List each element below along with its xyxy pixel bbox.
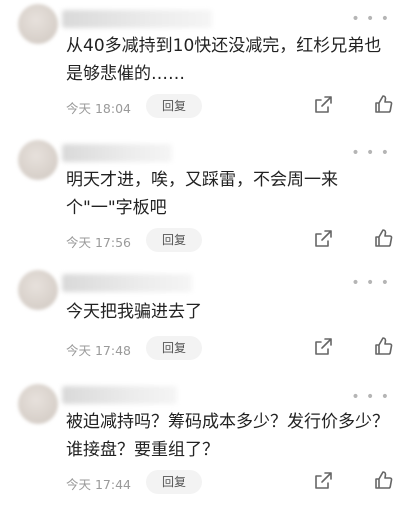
avatar[interactable] (18, 140, 58, 180)
comment-text: 明天才进，唉，又踩雷，不会周一来 个"一"字板吧 (66, 170, 338, 218)
reply-button[interactable]: 回复 (146, 228, 202, 252)
avatar[interactable] (18, 4, 58, 44)
comment-meta: 今天 17:48 回复 (66, 335, 396, 360)
comment-item: • • • 从40多减持到10快还没减完，红杉兄弟也是够悲催的…… 今天 18:… (0, 0, 404, 130)
thumbs-up-icon[interactable] (372, 335, 394, 357)
comment-item: • • • 今天把我骗进去了 今天 17:48 回复 (0, 258, 404, 370)
more-dots-icon[interactable]: • • • (351, 276, 390, 290)
comment-item: • • • 被迫减持吗？筹码成本多少？发行价多少？谁接盘？要重组了？ 今天 17… (0, 370, 404, 518)
more-dots-icon[interactable]: • • • (351, 12, 390, 26)
username-blurred[interactable] (62, 10, 212, 28)
comment-time: 今天 18:04 (66, 101, 131, 116)
reply-button[interactable]: 回复 (146, 336, 202, 360)
comment-text: 被迫减持吗？筹码成本多少？发行价多少？谁接盘？要重组了？ (66, 412, 389, 460)
comment-meta: 今天 17:56 回复 (66, 227, 396, 252)
username-blurred[interactable] (62, 144, 172, 162)
comment-item: • • • 明天才进，唉，又踩雷，不会周一来 个"一"字板吧 今天 17:56 … (0, 130, 404, 258)
thumbs-up-icon[interactable] (372, 469, 394, 491)
username-blurred[interactable] (62, 386, 177, 404)
avatar[interactable] (18, 270, 58, 310)
comment-time: 今天 17:44 (66, 477, 131, 492)
reply-button[interactable]: 回复 (146, 470, 202, 494)
comment-time: 今天 17:56 (66, 235, 131, 250)
comment-time: 今天 17:48 (66, 343, 131, 358)
more-dots-icon[interactable]: • • • (351, 390, 390, 404)
comment-text: 从40多减持到10快还没减完，红杉兄弟也是够悲催的…… (66, 36, 382, 84)
share-icon[interactable] (312, 94, 334, 116)
more-dots-icon[interactable]: • • • (351, 146, 390, 160)
comment-text: 今天把我骗进去了 (66, 302, 202, 322)
username-blurred[interactable] (62, 274, 192, 292)
share-icon[interactable] (312, 470, 334, 492)
share-icon[interactable] (312, 228, 334, 250)
share-icon[interactable] (312, 336, 334, 358)
avatar[interactable] (18, 384, 58, 424)
comment-meta: 今天 18:04 回复 (66, 93, 396, 118)
thumbs-up-icon[interactable] (372, 93, 394, 115)
reply-button[interactable]: 回复 (146, 94, 202, 118)
thumbs-up-icon[interactable] (372, 227, 394, 249)
comment-meta: 今天 17:44 回复 (66, 469, 396, 494)
